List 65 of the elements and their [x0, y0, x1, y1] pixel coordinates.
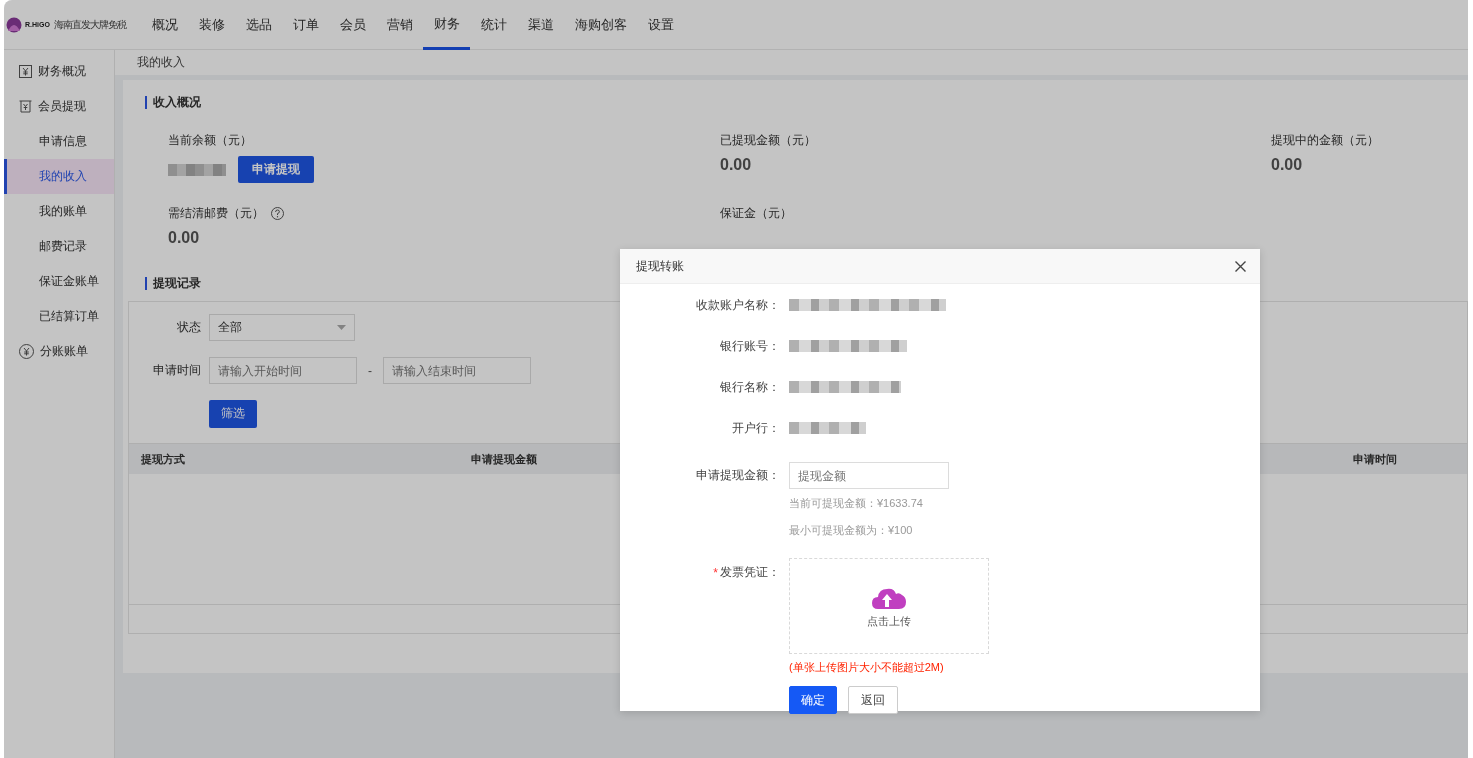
back-button[interactable]: 返回 [848, 686, 898, 714]
column-header: 申请提现金额 [471, 451, 538, 467]
field-label: 收款账户名称： [695, 296, 780, 314]
nav-tab[interactable]: 统计 [470, 0, 517, 50]
breadcrumb[interactable]: 我的收入 [137, 54, 185, 71]
stat-value: 0.00 [1271, 156, 1304, 174]
nav-tab[interactable]: 订单 [282, 0, 329, 50]
field-label: 申请提现金额： [695, 467, 780, 484]
help-icon[interactable] [271, 207, 284, 220]
sidebar-item[interactable]: 保证金账单 [4, 264, 114, 299]
nav-tab[interactable]: 概况 [141, 0, 188, 50]
cloud-upload-icon [872, 587, 906, 609]
sidebar-item[interactable]: 申请信息 [4, 124, 114, 159]
nav-tab[interactable]: 会员 [329, 0, 376, 50]
nav-tab[interactable]: 渠道 [517, 0, 564, 50]
sidebar-item[interactable]: 邮费记录 [4, 229, 114, 264]
available-amount-hint: 当前可提现金额：¥1633.74 [789, 496, 924, 511]
nav-tab[interactable]: 选品 [235, 0, 282, 50]
minimum-amount-hint: 最小可提现金额为：¥100 [789, 523, 914, 538]
logo-icon [5, 16, 23, 33]
redacted-block [168, 163, 226, 176]
end-time-field[interactable]: 请输入结束时间 [383, 357, 531, 384]
section-title: 收入概况 [145, 96, 1468, 109]
stat-label: 当前余额（元） [168, 132, 253, 149]
nav-tab[interactable]: 海购创客 [564, 0, 637, 50]
field-label: 开户行： [731, 419, 780, 437]
confirm-button[interactable]: 确定 [789, 686, 837, 714]
stat-label: 保证金（元） [720, 205, 793, 222]
stat-label: 已提现金额（元） [720, 132, 817, 149]
yen-circle-icon [19, 344, 34, 359]
field-label: 银行账号： [719, 337, 780, 355]
nav-tab[interactable]: 设置 [637, 0, 684, 50]
field-label: 银行名称： [719, 378, 780, 396]
sidebar-item[interactable]: 我的收入 [4, 159, 114, 194]
status-select[interactable]: 全部 [209, 314, 355, 341]
stat-label: 提现中的金额（元） [1271, 132, 1380, 149]
sidebar-item[interactable]: 已结算订单 [4, 299, 114, 334]
stat-label: 需结清邮费（元） [168, 205, 264, 222]
logo-tagline: 海南直发大牌免税 [53, 17, 126, 32]
yen-bin-icon [19, 100, 32, 113]
sidebar-item[interactable]: 财务概况 [4, 54, 114, 89]
upload-area[interactable]: 点击上传 [789, 558, 989, 654]
field-label: 发票凭证： [720, 564, 780, 581]
sidebar-item[interactable]: 分账账单 [4, 334, 114, 369]
stat-value: 0.00 [720, 156, 753, 174]
nav-tab[interactable]: 营销 [376, 0, 423, 50]
sidebar-item[interactable]: 会员提现 [4, 89, 114, 124]
range-separator: - [367, 363, 373, 378]
upload-size-note: (单张上传图片大小不能超过2M) [789, 660, 945, 675]
dialog-title: 提现转账 [636, 257, 684, 275]
filter-label: 申请时间 [152, 362, 201, 379]
column-header: 申请时间 [1353, 451, 1397, 467]
sidebar-item[interactable]: 我的账单 [4, 194, 114, 229]
apply-withdraw-button[interactable]: 申请提现 [238, 156, 314, 183]
column-header: 提现方式 [141, 451, 186, 467]
yen-box-icon [19, 65, 32, 78]
filter-button[interactable]: 筛选 [209, 399, 257, 428]
caret-icon [337, 325, 346, 330]
start-time-field[interactable]: 请输入开始时间 [209, 357, 357, 384]
required-mark: * [713, 565, 718, 580]
stat-value: 0.00 [168, 229, 201, 247]
close-icon[interactable] [1235, 260, 1246, 272]
filter-label: 状态 [176, 319, 201, 336]
nav-tab[interactable]: 装修 [188, 0, 235, 50]
amount-field[interactable]: 提现金额 [789, 462, 949, 489]
